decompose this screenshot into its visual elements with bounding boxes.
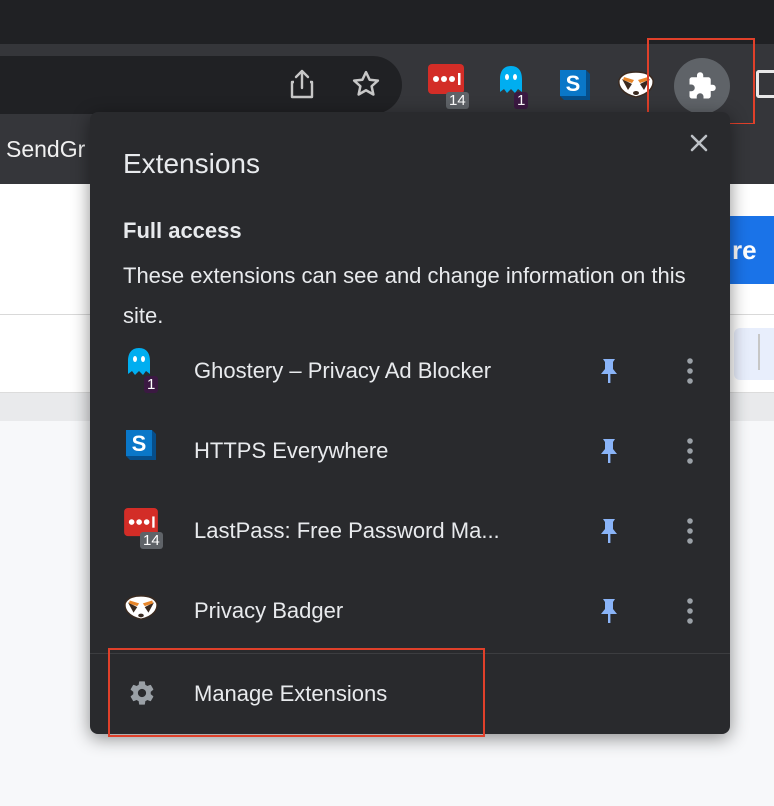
more-options-ghostery[interactable] [676, 354, 704, 388]
address-bar[interactable] [0, 56, 402, 114]
pin-icon [601, 439, 617, 463]
highlight-manage-extensions [108, 648, 485, 737]
share-icon [290, 69, 314, 99]
toolbar-https-everywhere-button[interactable]: S [552, 62, 596, 106]
row-icon-privacy-badger [124, 586, 168, 630]
close-icon [690, 134, 708, 152]
more-options-lastpass[interactable] [676, 514, 704, 548]
bookmark-star-button[interactable] [344, 62, 388, 106]
https-everywhere-icon: S [560, 70, 590, 100]
close-button[interactable] [682, 126, 716, 160]
page-chip-divider [758, 334, 760, 370]
browser-window: 14 1 S SendGr re Extensions Full access … [0, 0, 774, 806]
profile-button-edge[interactable] [756, 70, 774, 98]
extension-row-lastpass[interactable]: 14 LastPass: Free Password Ma... [90, 496, 730, 568]
ghostery-badge: 1 [514, 92, 529, 109]
extension-name: LastPass: Free Password Ma... [194, 518, 500, 543]
toolbar-ghostery-button[interactable]: 1 [488, 62, 532, 109]
row-icon-ghostery: 1 [124, 346, 168, 393]
star-icon [352, 70, 380, 96]
page-action-label: re [732, 234, 757, 265]
section-description: These extensions can see and change info… [123, 263, 686, 328]
popup-title: Extensions [123, 148, 260, 179]
pin-button-lastpass[interactable] [596, 516, 622, 546]
ghostery-row-badge: 1 [144, 376, 159, 393]
extensions-popup: Extensions Full access These extensions … [90, 112, 730, 734]
section-heading: Full access [123, 218, 242, 243]
extension-row-ghostery[interactable]: 1 Ghostery – Privacy Ad Blocker [90, 336, 730, 408]
extension-row-https-everywhere[interactable]: S HTTPS Everywhere [90, 416, 730, 488]
kebab-menu-icon [687, 438, 693, 464]
extension-row-privacy-badger[interactable]: Privacy Badger [90, 576, 730, 648]
pin-button-privacy-badger[interactable] [596, 596, 622, 626]
https-everywhere-icon: S [126, 430, 156, 460]
pin-icon [601, 599, 617, 623]
more-options-privacy-badger[interactable] [676, 594, 704, 628]
row-icon-lastpass: 14 [124, 506, 168, 550]
row-icon-https-everywhere: S [124, 426, 168, 470]
privacy-badger-icon [124, 595, 158, 620]
kebab-menu-icon [687, 358, 693, 384]
extension-name: Privacy Badger [194, 598, 344, 623]
kebab-menu-icon [687, 518, 693, 544]
pin-icon [601, 519, 617, 543]
pin-icon [601, 359, 617, 383]
page-action-button[interactable]: re [724, 216, 774, 284]
share-button[interactable] [280, 62, 324, 106]
ghostery-icon [128, 348, 150, 375]
bookmark-item[interactable]: SendGr [6, 136, 85, 163]
extension-name: HTTPS Everywhere [194, 438, 389, 463]
page-chip[interactable] [734, 328, 774, 380]
lastpass-badge: 14 [446, 92, 469, 109]
pin-button-ghostery[interactable] [596, 356, 622, 386]
kebab-menu-icon [687, 598, 693, 624]
pin-button-https-everywhere[interactable] [596, 436, 622, 466]
svg-text:S: S [566, 71, 581, 96]
more-options-https-everywhere[interactable] [676, 434, 704, 468]
toolbar-lastpass-button[interactable]: 14 [424, 62, 469, 109]
lastpass-row-badge: 14 [140, 532, 163, 549]
svg-text:S: S [132, 431, 147, 456]
extension-name: Ghostery – Privacy Ad Blocker [194, 358, 492, 383]
